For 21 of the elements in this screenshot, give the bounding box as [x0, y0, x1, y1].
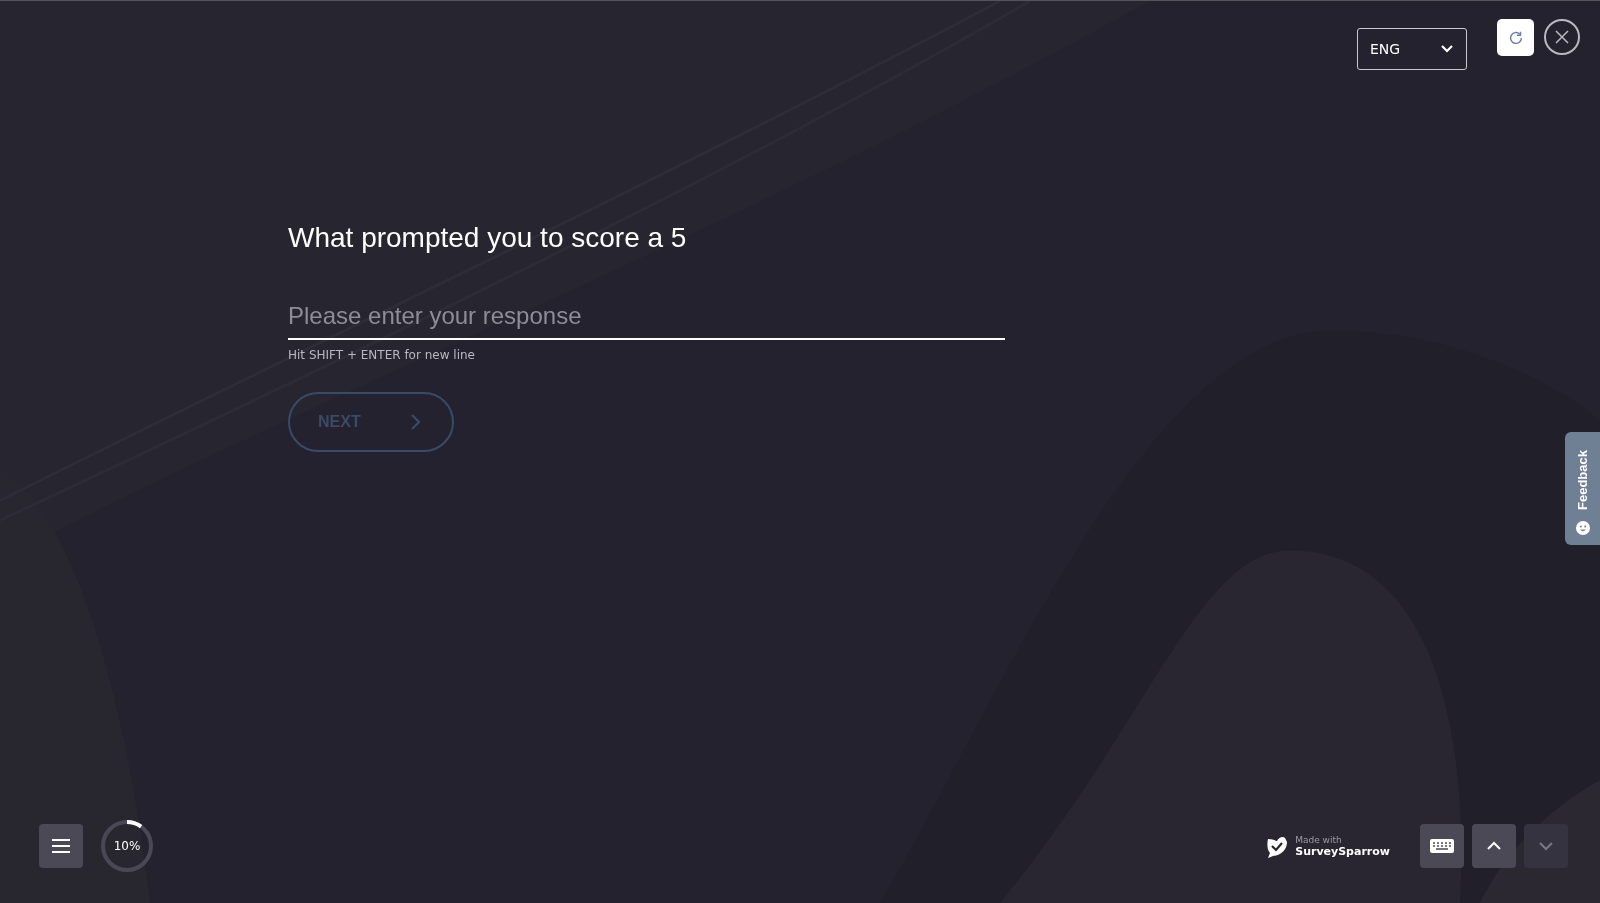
- smiley-icon: [1575, 521, 1590, 535]
- keyboard-icon: [1429, 838, 1455, 854]
- refresh-button[interactable]: [1497, 19, 1534, 56]
- menu-icon: [51, 838, 71, 854]
- feedback-tab[interactable]: Feedback: [1565, 432, 1600, 545]
- close-button[interactable]: [1544, 19, 1580, 55]
- response-field[interactable]: Please enter your response: [288, 302, 1005, 340]
- question-title: What prompted you to score a 5: [288, 222, 687, 254]
- language-select[interactable]: ENG: [1357, 28, 1467, 70]
- hint-text: Hit SHIFT + ENTER for new line: [288, 348, 475, 362]
- keyboard-button[interactable]: [1420, 824, 1464, 868]
- chevron-up-icon: [1486, 841, 1502, 851]
- progress-fill: [126, 820, 143, 829]
- chevron-down-icon: [1440, 44, 1454, 54]
- chevron-down-icon: [1538, 841, 1554, 851]
- brand-name: SurveySparrow: [1295, 844, 1390, 858]
- menu-button[interactable]: [39, 824, 83, 868]
- made-with-text: Made with: [1295, 834, 1343, 845]
- progress-percent: 10%: [113, 839, 141, 853]
- chevron-right-icon: [410, 413, 422, 431]
- close-icon: [1554, 29, 1570, 45]
